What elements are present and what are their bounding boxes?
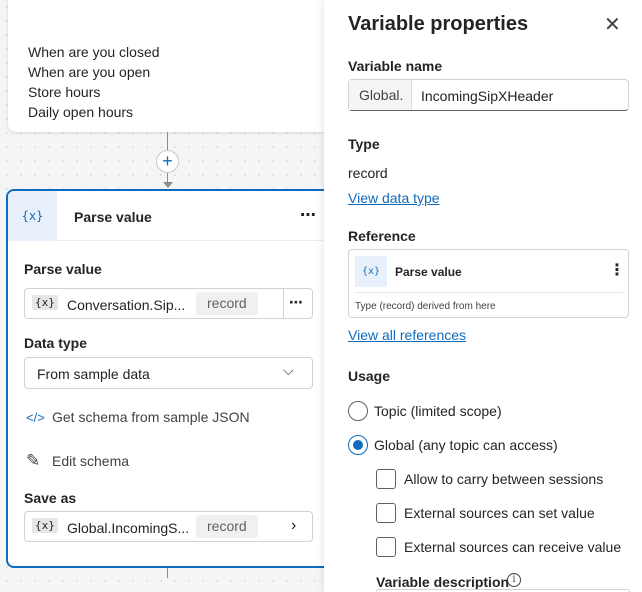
arrow-down-icon: [163, 182, 173, 188]
code-icon: </>: [26, 410, 45, 425]
flow-connector: [167, 568, 168, 578]
reference-note: Type (record) derived from here: [355, 301, 496, 312]
condition-item[interactable]: Store hours: [28, 84, 100, 100]
variable-icon: {x}: [32, 295, 58, 310]
name-prefix: Global.: [349, 80, 412, 110]
parse-value-node[interactable]: {x} Parse value ⋯ Parse value {x} Conver…: [6, 189, 336, 568]
get-schema-button[interactable]: </> Get schema from sample JSON: [26, 409, 250, 425]
checkbox-label: External sources can set value: [404, 505, 595, 521]
condition-item[interactable]: When are you closed: [28, 44, 160, 60]
checkbox-carry-between-sessions[interactable]: [376, 469, 396, 489]
reference-label: Reference: [348, 228, 416, 244]
data-type-value: From sample data: [37, 366, 150, 382]
close-icon[interactable]: ✕: [604, 12, 621, 37]
panel-title: Variable properties: [348, 13, 529, 35]
name-value[interactable]: IncomingSipXHeader: [421, 88, 553, 104]
data-type-label: Data type: [24, 335, 88, 351]
reference-name: Parse value: [395, 265, 462, 279]
radio-topic-scope[interactable]: [348, 401, 368, 421]
flow-connector: [167, 132, 168, 150]
type-label: Type: [348, 136, 380, 152]
view-data-type-link[interactable]: View data type: [348, 190, 440, 206]
condition-card: When are you closed When are you open St…: [8, 0, 338, 132]
info-icon[interactable]: i: [507, 573, 521, 587]
save-as-label: Save as: [24, 490, 77, 506]
variable-name-label: Variable name: [348, 58, 443, 74]
type-badge: record: [196, 292, 258, 315]
divider: [355, 292, 623, 293]
checkbox-label: Allow to carry between sessions: [404, 471, 604, 487]
more-vertical-icon[interactable]: ⋮: [609, 260, 625, 280]
get-schema-label: Get schema from sample JSON: [52, 409, 250, 425]
node-header: {x} Parse value ⋯: [8, 191, 334, 241]
radio-global-scope[interactable]: [348, 435, 368, 455]
chevron-down-icon: ⌵: [283, 362, 294, 378]
radio-label: Global (any topic can access): [374, 437, 558, 453]
more-options-button[interactable]: ⋯: [289, 294, 304, 311]
condition-item[interactable]: Daily open hours: [28, 104, 133, 120]
reference-card[interactable]: {x} Parse value ⋮ Type (record) derived …: [348, 249, 629, 318]
app-window: When are you closed When are you open St…: [0, 0, 642, 592]
type-badge: record: [196, 515, 258, 538]
checkbox-label: External sources can receive value: [404, 539, 622, 555]
node-title: Parse value: [74, 209, 152, 225]
variable-icon: {x}: [355, 256, 387, 287]
chevron-right-icon[interactable]: ›: [291, 517, 296, 535]
variable-name: Conversation.Sip...: [67, 297, 186, 313]
variable-icon: {x}: [8, 191, 57, 241]
view-all-references-link[interactable]: View all references: [348, 327, 466, 343]
variable-name-field[interactable]: Global. IncomingSipXHeader: [348, 79, 629, 111]
condition-item[interactable]: When are you open: [28, 64, 150, 80]
data-type-select[interactable]: From sample data ⌵: [24, 357, 313, 389]
save-as-field[interactable]: {x} Global.IncomingS... record ›: [24, 511, 313, 542]
pencil-icon: ✎: [26, 451, 41, 470]
variable-description-label: Variable description: [376, 574, 510, 590]
variable-name: Global.IncomingS...: [67, 520, 190, 536]
divider: [283, 289, 284, 318]
usage-label: Usage: [348, 368, 391, 384]
radio-label: Topic (limited scope): [374, 403, 502, 419]
parse-value-label: Parse value: [24, 261, 102, 277]
checkbox-external-set[interactable]: [376, 503, 396, 523]
edit-schema-label: Edit schema: [52, 453, 130, 469]
node-more-button[interactable]: ⋯: [300, 205, 317, 225]
type-value: record: [348, 165, 388, 181]
checkbox-external-receive[interactable]: [376, 537, 396, 557]
add-node-button[interactable]: +: [156, 150, 179, 173]
variable-icon: {x}: [32, 518, 58, 533]
edit-schema-button[interactable]: ✎ Edit schema: [26, 451, 129, 471]
parse-value-field[interactable]: {x} Conversation.Sip... record ⋯: [24, 288, 313, 319]
